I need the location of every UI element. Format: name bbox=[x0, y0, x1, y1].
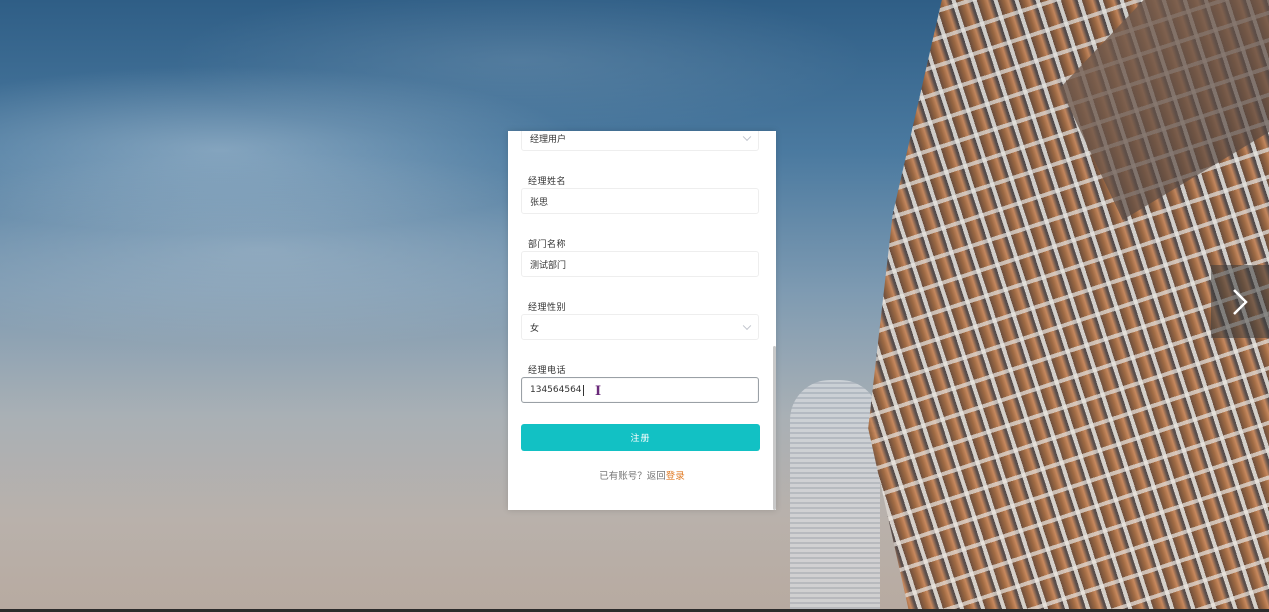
carousel-next-button[interactable] bbox=[1211, 265, 1269, 338]
register-form: 经理用户 经理姓名 张思 部门名称 测试部门 经理性别 女 经理电话 13456… bbox=[508, 131, 776, 510]
text-caret bbox=[582, 384, 584, 396]
chevron-down-icon bbox=[742, 132, 752, 142]
manager-name-input[interactable]: 张思 bbox=[521, 188, 759, 214]
department-input[interactable]: 测试部门 bbox=[521, 251, 759, 277]
manager-name-value: 张思 bbox=[530, 197, 549, 208]
login-prompt-text: 已有账号？返回 bbox=[599, 471, 666, 482]
gender-label: 经理性别 bbox=[528, 303, 567, 313]
login-background: 经理用户 经理姓名 张思 部门名称 测试部门 经理性别 女 经理电话 13456… bbox=[0, 0, 1269, 612]
login-prompt: 已有账号？返回登录 bbox=[508, 468, 776, 482]
chevron-right-icon bbox=[1233, 288, 1248, 315]
manager-name-label: 经理姓名 bbox=[528, 177, 567, 187]
text-cursor-icon: I bbox=[595, 384, 602, 399]
login-link[interactable]: 登录 bbox=[666, 471, 685, 482]
phone-value: 134564564 bbox=[530, 385, 582, 395]
gender-value: 女 bbox=[530, 323, 540, 334]
department-value: 测试部门 bbox=[530, 260, 567, 271]
background-tower bbox=[790, 380, 880, 612]
department-label: 部门名称 bbox=[528, 240, 567, 250]
chevron-down-icon bbox=[742, 321, 752, 331]
register-button[interactable]: 注册 bbox=[521, 424, 760, 451]
gender-select[interactable]: 女 bbox=[521, 314, 759, 340]
form-scrollbar[interactable] bbox=[773, 346, 776, 510]
phone-label: 经理电话 bbox=[528, 366, 567, 376]
user-type-value: 经理用户 bbox=[530, 134, 567, 145]
phone-input[interactable]: 134564564 I bbox=[521, 377, 759, 403]
user-type-select[interactable]: 经理用户 bbox=[521, 131, 759, 151]
